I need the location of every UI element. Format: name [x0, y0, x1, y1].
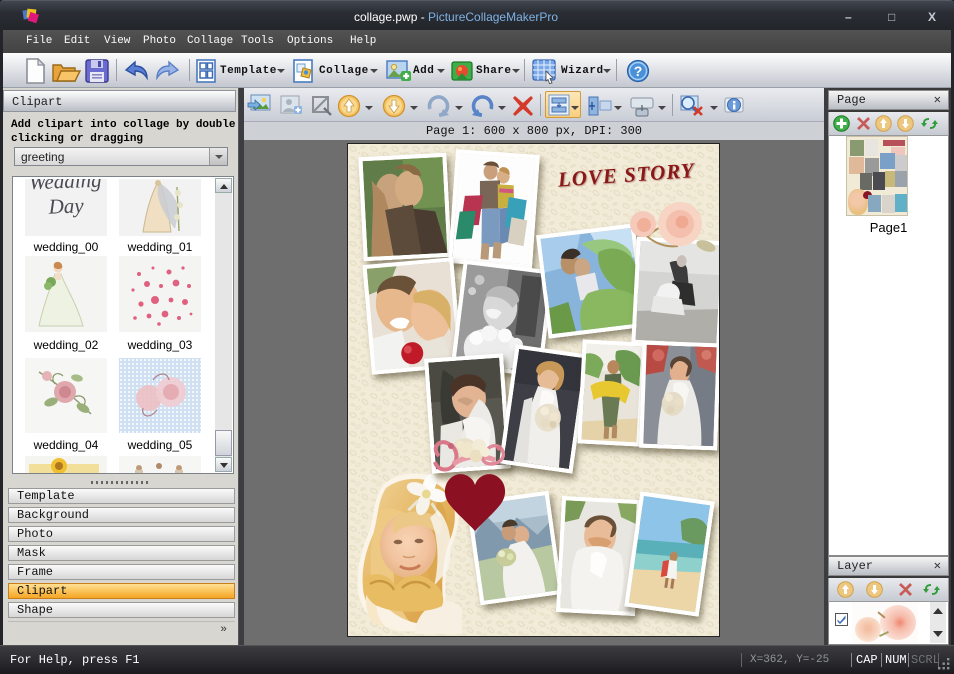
svg-text:?: ? [634, 63, 643, 79]
